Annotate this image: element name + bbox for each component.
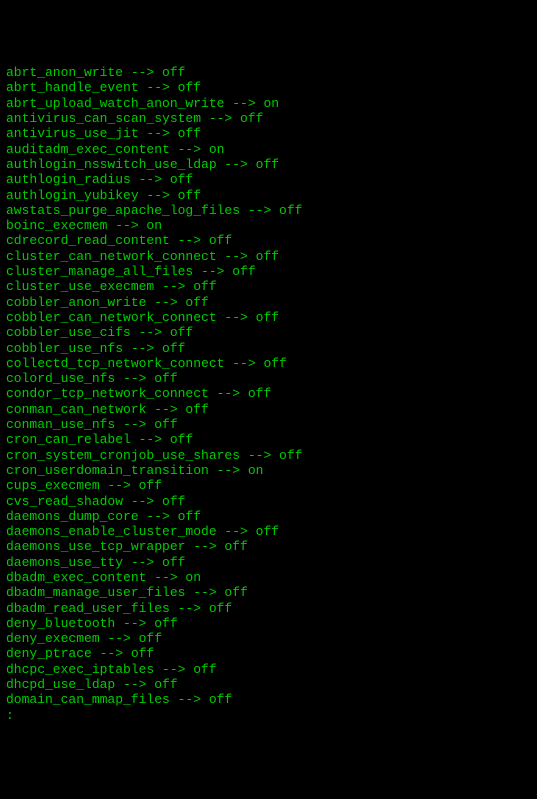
boolean-line: abrt_anon_write --> off bbox=[6, 65, 531, 80]
boolean-line: cron_userdomain_transition --> on bbox=[6, 463, 531, 478]
boolean-line: authlogin_nsswitch_use_ldap --> off bbox=[6, 157, 531, 172]
boolean-line: cobbler_anon_write --> off bbox=[6, 295, 531, 310]
boolean-line: dbadm_manage_user_files --> off bbox=[6, 585, 531, 600]
boolean-line: daemons_use_tty --> off bbox=[6, 555, 531, 570]
boolean-line: deny_ptrace --> off bbox=[6, 646, 531, 661]
boolean-line: daemons_enable_cluster_mode --> off bbox=[6, 524, 531, 539]
boolean-line: cobbler_use_cifs --> off bbox=[6, 325, 531, 340]
boolean-line: cluster_use_execmem --> off bbox=[6, 279, 531, 294]
boolean-line: abrt_upload_watch_anon_write --> on bbox=[6, 96, 531, 111]
boolean-line: cluster_manage_all_files --> off bbox=[6, 264, 531, 279]
boolean-line: dhcpc_exec_iptables --> off bbox=[6, 662, 531, 677]
boolean-line: deny_execmem --> off bbox=[6, 631, 531, 646]
boolean-line: authlogin_yubikey --> off bbox=[6, 188, 531, 203]
boolean-line: cobbler_can_network_connect --> off bbox=[6, 310, 531, 325]
boolean-line: deny_bluetooth --> off bbox=[6, 616, 531, 631]
boolean-line: colord_use_nfs --> off bbox=[6, 371, 531, 386]
boolean-line: conman_use_nfs --> off bbox=[6, 417, 531, 432]
boolean-line: cluster_can_network_connect --> off bbox=[6, 249, 531, 264]
boolean-line: authlogin_radius --> off bbox=[6, 172, 531, 187]
boolean-line: cron_system_cronjob_use_shares --> off bbox=[6, 448, 531, 463]
boolean-line: auditadm_exec_content --> on bbox=[6, 142, 531, 157]
boolean-line: antivirus_use_jit --> off bbox=[6, 126, 531, 141]
boolean-line: conman_can_network --> off bbox=[6, 402, 531, 417]
boolean-line: daemons_dump_core --> off bbox=[6, 509, 531, 524]
boolean-line: dbadm_read_user_files --> off bbox=[6, 601, 531, 616]
boolean-line: cobbler_use_nfs --> off bbox=[6, 341, 531, 356]
pager-prompt[interactable]: : bbox=[6, 708, 531, 723]
boolean-line: dbadm_exec_content --> on bbox=[6, 570, 531, 585]
boolean-line: condor_tcp_network_connect --> off bbox=[6, 386, 531, 401]
boolean-line: cups_execmem --> off bbox=[6, 478, 531, 493]
boolean-line: cdrecord_read_content --> off bbox=[6, 233, 531, 248]
boolean-line: awstats_purge_apache_log_files --> off bbox=[6, 203, 531, 218]
boolean-line: antivirus_can_scan_system --> off bbox=[6, 111, 531, 126]
boolean-line: daemons_use_tcp_wrapper --> off bbox=[6, 539, 531, 554]
selinux-boolean-list: abrt_anon_write --> offabrt_handle_event… bbox=[6, 65, 531, 707]
boolean-line: cron_can_relabel --> off bbox=[6, 432, 531, 447]
boolean-line: dhcpd_use_ldap --> off bbox=[6, 677, 531, 692]
boolean-line: domain_can_mmap_files --> off bbox=[6, 692, 531, 707]
boolean-line: abrt_handle_event --> off bbox=[6, 80, 531, 95]
boolean-line: boinc_execmem --> on bbox=[6, 218, 531, 233]
boolean-line: collectd_tcp_network_connect --> off bbox=[6, 356, 531, 371]
boolean-line: cvs_read_shadow --> off bbox=[6, 494, 531, 509]
